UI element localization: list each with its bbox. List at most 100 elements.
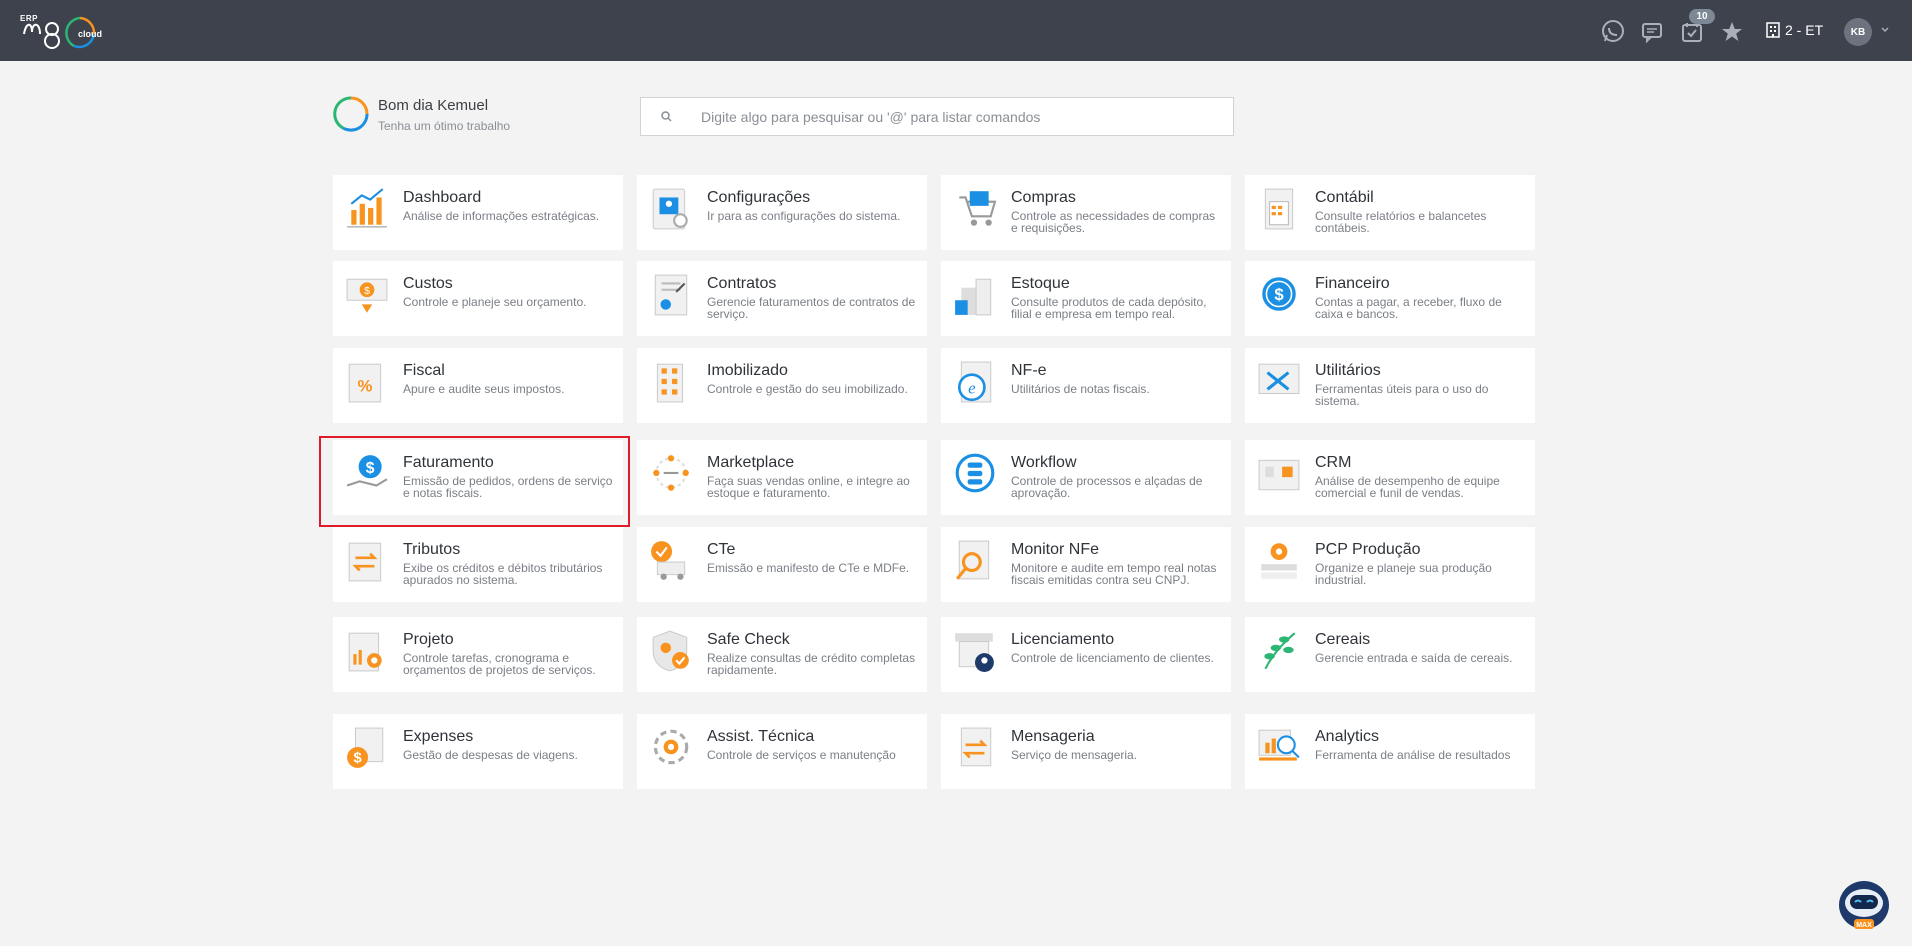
module-icon bbox=[649, 539, 693, 591]
module-card-cte[interactable]: CTe Emissão e manifesto de CTe e MDFe. bbox=[637, 527, 927, 602]
module-card-mensageria[interactable]: Mensageria Serviço de mensageria. bbox=[941, 714, 1231, 789]
module-title: Utilitários bbox=[1315, 362, 1381, 379]
search-box bbox=[640, 97, 1234, 136]
module-description: Gerencie faturamentos de contratos de se… bbox=[707, 295, 916, 321]
module-icon bbox=[1257, 539, 1301, 591]
module-icon: $ bbox=[345, 452, 389, 504]
module-icon bbox=[1257, 187, 1301, 239]
module-title: Dashboard bbox=[403, 189, 482, 206]
module-description: Serviço de mensageria. bbox=[1011, 748, 1138, 762]
module-card-configuracoes[interactable]: Configurações Ir para as configurações do… bbox=[637, 175, 927, 250]
module-icon: % bbox=[345, 360, 389, 412]
module-description: Ir para as configurações do sistema. bbox=[707, 209, 901, 223]
search-input[interactable] bbox=[701, 108, 1221, 125]
module-card-crm[interactable]: CRM Análise de desempenho de equipe comer… bbox=[1245, 440, 1535, 515]
module-title: CTe bbox=[707, 541, 736, 558]
module-card-expenses[interactable]: $ Expenses Gestão de despesas de viagens. bbox=[333, 714, 623, 789]
module-icon bbox=[345, 539, 389, 591]
module-card-cereais[interactable]: Cereais Gerencie entrada e saída de cerea… bbox=[1245, 617, 1535, 692]
module-icon bbox=[649, 629, 693, 681]
module-card-tributos[interactable]: Tributos Exibe os créditos e débitos trib… bbox=[333, 527, 623, 602]
module-card-safe-check[interactable]: Safe Check Realize consultas de crédito c… bbox=[637, 617, 927, 692]
module-card-dashboard[interactable]: Dashboard Análise de informações estratég… bbox=[333, 175, 623, 250]
chat-icon[interactable] bbox=[1641, 20, 1663, 44]
module-card-financeiro[interactable]: $ Financeiro Contas a pagar, a receber, fl… bbox=[1245, 261, 1535, 336]
app-logo[interactable]: ERP m8 cloud bbox=[18, 12, 110, 54]
module-title: Contábil bbox=[1315, 189, 1374, 206]
top-bar: ERP m8 cloud 10 2 - ET KB bbox=[0, 0, 1912, 61]
module-description: Exibe os créditos e débitos tributários … bbox=[403, 561, 603, 587]
module-card-marketplace[interactable]: Marketplace Faça suas vendas online, e in… bbox=[637, 440, 927, 515]
module-card-contratos[interactable]: Contratos Gerencie faturamentos de contra… bbox=[637, 261, 927, 336]
module-description: Organize e planeje sua produção industri… bbox=[1315, 561, 1492, 587]
svg-text:$: $ bbox=[1274, 285, 1284, 304]
module-description: Análise de informações estratégicas. bbox=[403, 209, 600, 223]
module-title: CRM bbox=[1315, 454, 1352, 471]
module-card-monitor-nfe[interactable]: Monitor NFe Monitore e audite em tempo re… bbox=[941, 527, 1231, 602]
assistant-label: MAX bbox=[1856, 922, 1872, 929]
logo-erp-label: ERP bbox=[20, 14, 38, 23]
module-card-estoque[interactable]: Estoque Consulte produtos de cada depósit… bbox=[941, 261, 1231, 336]
module-card-utilitarios[interactable]: Utilitários Ferramentas úteis para o uso … bbox=[1245, 348, 1535, 423]
module-title: Financeiro bbox=[1315, 275, 1390, 292]
module-card-contabil[interactable]: Contábil Consulte relatórios e balancetes… bbox=[1245, 175, 1535, 250]
module-title: Configurações bbox=[707, 189, 811, 206]
module-title: Custos bbox=[403, 275, 453, 292]
module-title: Tributos bbox=[403, 541, 461, 558]
module-title: Licenciamento bbox=[1011, 631, 1115, 648]
module-card-compras[interactable]: Compras Controle as necessidades de compr… bbox=[941, 175, 1231, 250]
building-icon bbox=[1766, 22, 1780, 38]
module-title: Marketplace bbox=[707, 454, 795, 471]
module-card-analytics[interactable]: Analytics Ferramenta de análise de result… bbox=[1245, 714, 1535, 789]
module-description: Análise de desempenho de equipe comercia… bbox=[1315, 474, 1500, 500]
module-description: Gerencie entrada e saída de cereais. bbox=[1315, 651, 1513, 665]
company-label: 2 - ET bbox=[1785, 22, 1824, 38]
module-card-faturamento[interactable]: $ Faturamento Emissão de pedidos, ordens d… bbox=[333, 440, 623, 515]
logo-cloud-label: cloud bbox=[78, 29, 102, 39]
module-title: Analytics bbox=[1315, 728, 1380, 745]
user-avatar[interactable]: KB bbox=[1844, 18, 1872, 46]
module-card-custos[interactable]: $ Custos Controle e planeje seu orçamento. bbox=[333, 261, 623, 336]
svg-text:%: % bbox=[357, 376, 372, 395]
module-title: Workflow bbox=[1011, 454, 1077, 471]
module-description: Controle e planeje seu orçamento. bbox=[403, 295, 587, 309]
module-icon: e bbox=[953, 360, 997, 412]
module-description: Controle de licenciamento de clientes. bbox=[1011, 651, 1214, 665]
company-selector[interactable]: 2 - ET bbox=[1766, 22, 1823, 38]
module-card-fiscal[interactable]: % Fiscal Apure e audite seus impostos. bbox=[333, 348, 623, 423]
module-title: NF-e bbox=[1011, 362, 1047, 379]
module-icon: $ bbox=[345, 726, 389, 778]
robot-assistant-icon: MAX bbox=[1839, 881, 1889, 929]
module-icon bbox=[649, 187, 693, 239]
module-icon bbox=[953, 452, 997, 504]
svg-text:$: $ bbox=[366, 460, 375, 477]
whatsapp-icon[interactable] bbox=[1600, 19, 1626, 43]
module-card-nf-e[interactable]: e NF-e Utilitários de notas fiscais. bbox=[941, 348, 1231, 423]
module-description: Controle de processos e alçadas de aprov… bbox=[1011, 474, 1203, 500]
module-icon bbox=[953, 629, 997, 681]
svg-text:$: $ bbox=[364, 286, 370, 297]
module-description: Ferramentas úteis para o uso do sistema. bbox=[1315, 382, 1489, 408]
module-title: Fiscal bbox=[403, 362, 445, 379]
greeting-title: Bom dia Kemuel bbox=[378, 97, 489, 114]
module-icon bbox=[649, 726, 693, 778]
search-icon bbox=[661, 111, 683, 122]
module-description: Utilitários de notas fiscais. bbox=[1011, 382, 1150, 396]
module-card-projeto[interactable]: Projeto Controle tarefas, cronograma e or… bbox=[333, 617, 623, 692]
module-title: Faturamento bbox=[403, 454, 494, 471]
module-card-imobilizado[interactable]: Imobilizado Controle e gestão do seu imob… bbox=[637, 348, 927, 423]
assistant-max-button[interactable]: MAX bbox=[1835, 875, 1893, 937]
module-card-licenciamento[interactable]: Licenciamento Controle de licenciamento d… bbox=[941, 617, 1231, 692]
module-icon bbox=[1257, 452, 1301, 504]
module-card-assist-tecnica[interactable]: Assist. Técnica Controle de serviços e ma… bbox=[637, 714, 927, 789]
module-card-workflow[interactable]: Workflow Controle de processos e alçadas … bbox=[941, 440, 1231, 515]
module-description: Contas a pagar, a receber, fluxo de caix… bbox=[1315, 295, 1502, 321]
module-icon bbox=[1257, 726, 1301, 778]
star-icon[interactable] bbox=[1721, 20, 1743, 44]
module-title: Monitor NFe bbox=[1011, 541, 1100, 558]
module-title: Assist. Técnica bbox=[707, 728, 815, 745]
module-icon bbox=[953, 273, 997, 325]
module-icon bbox=[345, 629, 389, 681]
chevron-down-icon[interactable] bbox=[1880, 25, 1890, 35]
module-card-pcp-producao[interactable]: PCP Produção Organize e planeje sua produ… bbox=[1245, 527, 1535, 602]
